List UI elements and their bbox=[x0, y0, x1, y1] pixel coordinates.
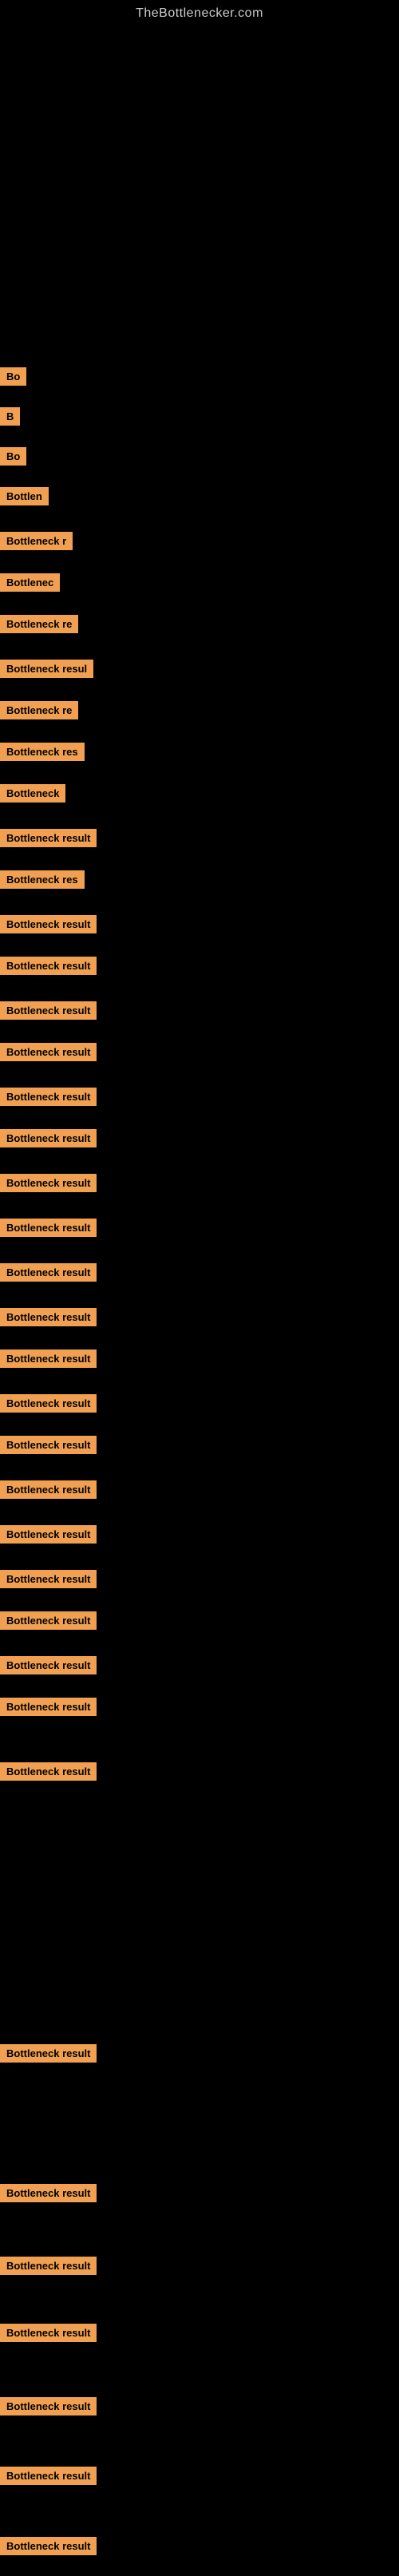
bottleneck-result-item: Bottleneck result bbox=[0, 1611, 97, 1630]
bottleneck-result-item: Bo bbox=[0, 447, 26, 466]
bottleneck-result-item: Bottleneck result bbox=[0, 2397, 97, 2415]
bottleneck-result-item: Bottleneck result bbox=[0, 1570, 97, 1588]
bottleneck-result-item: Bottleneck result bbox=[0, 2537, 97, 2555]
bottleneck-result-item: Bottleneck result bbox=[0, 1525, 97, 1544]
bottleneck-result-item: Bottleneck result bbox=[0, 2184, 97, 2202]
bottleneck-result-item: Bottleneck result bbox=[0, 1001, 97, 1020]
bottleneck-result-item: Bottleneck result bbox=[0, 1394, 97, 1413]
bottleneck-result-item: Bottleneck result bbox=[0, 1308, 97, 1326]
bottleneck-result-item: Bottleneck result bbox=[0, 1436, 97, 1454]
bottleneck-result-item: Bottlenec bbox=[0, 573, 60, 592]
bottleneck-result-item: Bottleneck result bbox=[0, 1698, 97, 1716]
bottleneck-result-item: Bottleneck result bbox=[0, 1129, 97, 1147]
bottleneck-result-item: Bottlen bbox=[0, 487, 49, 505]
bottleneck-result-item: Bottleneck result bbox=[0, 1656, 97, 1674]
bottleneck-result-item: Bottleneck re bbox=[0, 615, 78, 633]
bottleneck-result-item: Bottleneck result bbox=[0, 1349, 97, 1368]
bottleneck-result-item: Bottleneck res bbox=[0, 743, 85, 761]
bottleneck-result-item: Bottleneck result bbox=[0, 2324, 97, 2342]
bottleneck-result-item: Bottleneck result bbox=[0, 1762, 97, 1781]
bottleneck-result-item: Bottleneck result bbox=[0, 1174, 97, 1192]
bottleneck-result-item: Bottleneck result bbox=[0, 915, 97, 933]
bottleneck-result-item: Bottleneck resul bbox=[0, 660, 93, 678]
bottleneck-result-item: Bottleneck bbox=[0, 784, 65, 803]
bottleneck-result-item: Bottleneck result bbox=[0, 2467, 97, 2485]
bottleneck-result-item: Bottleneck result bbox=[0, 829, 97, 847]
bottleneck-result-item: Bottleneck result bbox=[0, 1480, 97, 1499]
bottleneck-result-item: Bottleneck result bbox=[0, 1043, 97, 1061]
bottleneck-result-item: Bottleneck result bbox=[0, 2044, 97, 2063]
site-title: TheBottlenecker.com bbox=[0, 0, 399, 21]
bottleneck-result-item: Bottleneck r bbox=[0, 532, 73, 550]
bottleneck-result-item: Bo bbox=[0, 367, 26, 386]
bottleneck-result-item: Bottleneck result bbox=[0, 1263, 97, 1282]
bottleneck-result-item: Bottleneck result bbox=[0, 1088, 97, 1106]
bottleneck-result-item: Bottleneck result bbox=[0, 957, 97, 975]
bottleneck-result-item: Bottleneck result bbox=[0, 2257, 97, 2275]
bottleneck-result-item: Bottleneck re bbox=[0, 701, 78, 719]
bottleneck-result-item: B bbox=[0, 407, 20, 426]
bottleneck-result-item: Bottleneck result bbox=[0, 1219, 97, 1237]
bottleneck-result-item: Bottleneck res bbox=[0, 870, 85, 889]
